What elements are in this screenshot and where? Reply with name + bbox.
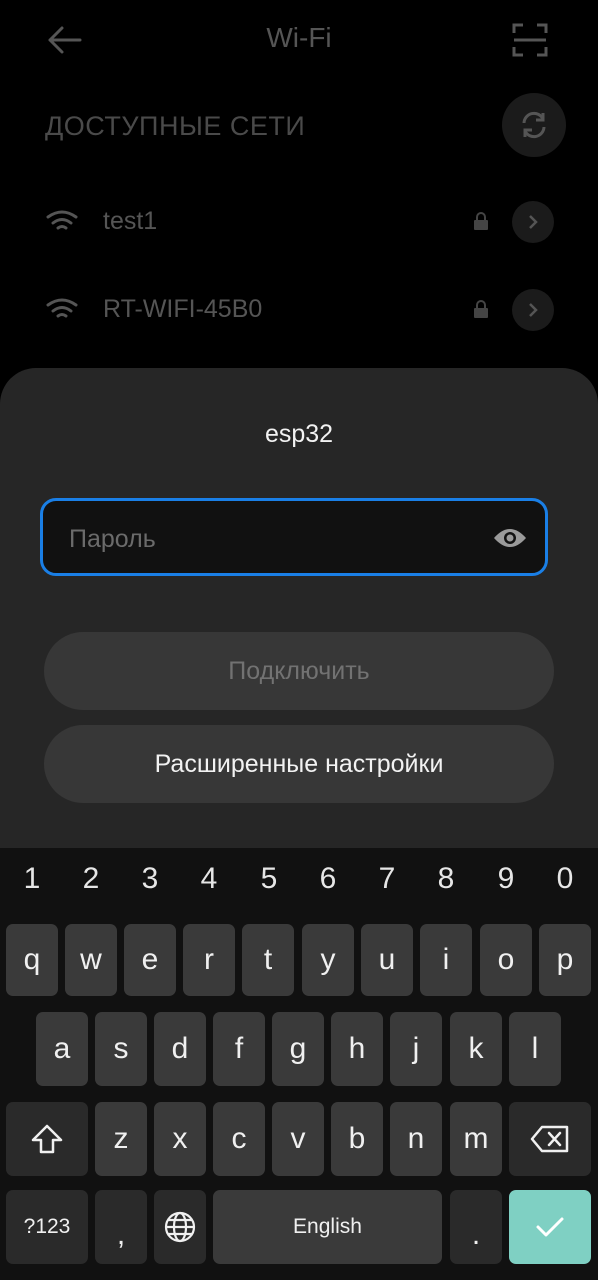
- key-o[interactable]: o: [480, 924, 532, 996]
- eye-icon[interactable]: [493, 526, 527, 550]
- number-row: 1 2 3 4 5 6 7 8 9 0: [0, 848, 598, 918]
- connect-button[interactable]: Подключить: [44, 632, 554, 710]
- enter-key[interactable]: [509, 1190, 591, 1264]
- key-g[interactable]: g: [272, 1012, 324, 1086]
- backspace-key[interactable]: [509, 1102, 591, 1176]
- key-0[interactable]: 0: [545, 862, 585, 896]
- shift-arrow-icon: [31, 1124, 63, 1154]
- refresh-button[interactable]: [502, 93, 566, 157]
- password-bottom-sheet: esp32 Подключить Расширенные настройки: [0, 368, 598, 848]
- key-p[interactable]: p: [539, 924, 591, 996]
- password-field[interactable]: [40, 498, 548, 576]
- key-i[interactable]: i: [420, 924, 472, 996]
- qr-scan-icon[interactable]: [512, 22, 548, 58]
- key-comma[interactable]: ,: [95, 1190, 147, 1264]
- key-x[interactable]: x: [154, 1102, 206, 1176]
- available-networks-label: ДОСТУПНЫЕ СЕТИ: [45, 111, 306, 141]
- key-j[interactable]: j: [390, 1012, 442, 1086]
- key-u[interactable]: u: [361, 924, 413, 996]
- key-k[interactable]: k: [450, 1012, 502, 1086]
- symbols-key-label: ?123: [23, 1215, 71, 1238]
- key-z[interactable]: z: [95, 1102, 147, 1176]
- refresh-icon: [522, 111, 546, 139]
- key-t[interactable]: t: [242, 924, 294, 996]
- network-details-button[interactable]: [512, 201, 554, 243]
- symbols-key[interactable]: ?123: [6, 1190, 88, 1264]
- key-a[interactable]: a: [36, 1012, 88, 1086]
- shift-key[interactable]: [6, 1102, 88, 1176]
- wifi-icon: [46, 298, 78, 318]
- keyboard: 1 2 3 4 5 6 7 8 9 0 q w e r t y u i o p …: [0, 848, 598, 1280]
- key-period[interactable]: .: [450, 1190, 502, 1264]
- key-7[interactable]: 7: [367, 862, 407, 896]
- key-s[interactable]: s: [95, 1012, 147, 1086]
- key-f[interactable]: f: [213, 1012, 265, 1086]
- key-1[interactable]: 1: [12, 862, 52, 896]
- key-9[interactable]: 9: [486, 862, 526, 896]
- key-r[interactable]: r: [183, 924, 235, 996]
- network-name: RT-WIFI-45B0: [103, 295, 263, 323]
- space-bar-label: English: [293, 1215, 362, 1238]
- key-n[interactable]: n: [390, 1102, 442, 1176]
- key-v[interactable]: v: [272, 1102, 324, 1176]
- key-w[interactable]: w: [65, 924, 117, 996]
- checkmark-icon: [536, 1217, 564, 1237]
- advanced-settings-button[interactable]: Расширенные настройки: [44, 725, 554, 803]
- key-m[interactable]: m: [450, 1102, 502, 1176]
- key-4[interactable]: 4: [189, 862, 229, 896]
- space-bar[interactable]: English: [213, 1190, 442, 1264]
- password-input[interactable]: [67, 519, 471, 559]
- chevron-right-icon: [529, 215, 538, 229]
- network-name: test1: [103, 207, 158, 235]
- wifi-settings-page: Wi-Fi ДОСТУПНЫЕ СЕТИ test1 RT-WIFI-45B0: [0, 0, 598, 400]
- lock-icon: [474, 300, 488, 318]
- key-b[interactable]: b: [331, 1102, 383, 1176]
- key-e[interactable]: e: [124, 924, 176, 996]
- wifi-icon: [46, 210, 78, 230]
- chevron-right-icon: [529, 303, 538, 317]
- globe-icon: [164, 1211, 196, 1243]
- network-item[interactable]: RT-WIFI-45B0: [0, 281, 598, 341]
- key-l[interactable]: l: [509, 1012, 561, 1086]
- key-5[interactable]: 5: [249, 862, 289, 896]
- key-c[interactable]: c: [213, 1102, 265, 1176]
- key-h[interactable]: h: [331, 1012, 383, 1086]
- lock-icon: [474, 212, 488, 230]
- language-key[interactable]: [154, 1190, 206, 1264]
- key-6[interactable]: 6: [308, 862, 348, 896]
- backspace-icon: [530, 1125, 569, 1153]
- top-bar: Wi-Fi: [0, 0, 598, 80]
- network-details-button[interactable]: [512, 289, 554, 331]
- page-title: Wi-Fi: [266, 22, 332, 53]
- key-q[interactable]: q: [6, 924, 58, 996]
- network-item[interactable]: test1: [0, 193, 598, 253]
- key-2[interactable]: 2: [71, 862, 111, 896]
- key-d[interactable]: d: [154, 1012, 206, 1086]
- key-8[interactable]: 8: [426, 862, 466, 896]
- key-3[interactable]: 3: [130, 862, 170, 896]
- selected-network-name: esp32: [264, 420, 334, 448]
- key-y[interactable]: y: [302, 924, 354, 996]
